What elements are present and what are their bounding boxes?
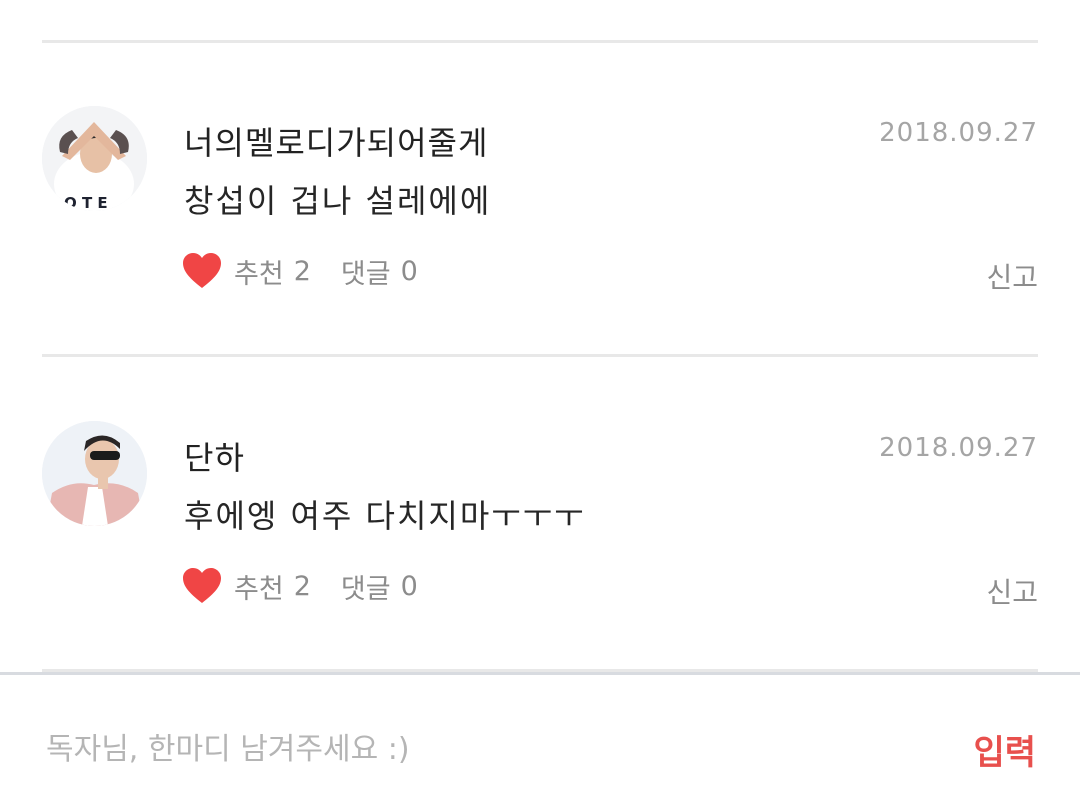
like-count: 2 xyxy=(293,570,311,602)
like-label[interactable]: 추천 xyxy=(234,567,284,606)
comment-item: O T E 너의멜로디가되어줄게 2018.09.27 창섭이 겁나 설레에에 … xyxy=(0,106,1080,376)
divider xyxy=(42,40,1038,43)
report-button[interactable]: 신고 xyxy=(986,256,1038,296)
comment-item: 단하 2018.09.27 후에엥 여주 다치지마ㅜㅜㅜ 추천 2 댓글 0 신… xyxy=(0,421,1080,691)
divider xyxy=(42,354,1038,357)
comment-text: 창섭이 겁나 설레에에 xyxy=(184,182,492,220)
avatar[interactable]: O T E xyxy=(42,106,147,211)
comment-input[interactable] xyxy=(46,727,886,771)
reply-count: 0 xyxy=(400,570,418,602)
avatar[interactable] xyxy=(42,421,147,526)
comment-text: 후에엥 여주 다치지마ㅜㅜㅜ xyxy=(184,497,586,535)
comment-date: 2018.09.27 xyxy=(879,433,1038,463)
reply-label[interactable]: 댓글 xyxy=(341,252,391,291)
comment-author[interactable]: 단하 xyxy=(184,433,245,479)
like-count: 2 xyxy=(293,255,311,287)
report-button[interactable]: 신고 xyxy=(986,571,1038,611)
comment-input-bar: 입력 xyxy=(0,672,1080,810)
like-label[interactable]: 추천 xyxy=(234,252,284,291)
comment-actions: 추천 2 댓글 0 xyxy=(182,566,418,606)
svg-text:O T E: O T E xyxy=(64,194,108,211)
comment-author[interactable]: 너의멜로디가되어줄게 xyxy=(184,118,488,164)
comment-section: O T E 너의멜로디가되어줄게 2018.09.27 창섭이 겁나 설레에에 … xyxy=(0,0,1080,810)
comment-date: 2018.09.27 xyxy=(879,118,1038,148)
reply-label[interactable]: 댓글 xyxy=(341,567,391,606)
user-avatar-sunglasses-icon xyxy=(42,421,147,526)
submit-button[interactable]: 입력 xyxy=(973,725,1036,774)
heart-icon[interactable] xyxy=(182,252,222,290)
heart-icon[interactable] xyxy=(182,567,222,605)
comment-actions: 추천 2 댓글 0 xyxy=(182,251,418,291)
reply-count: 0 xyxy=(400,255,418,287)
user-avatar-heart-hands-icon: O T E xyxy=(42,106,147,211)
